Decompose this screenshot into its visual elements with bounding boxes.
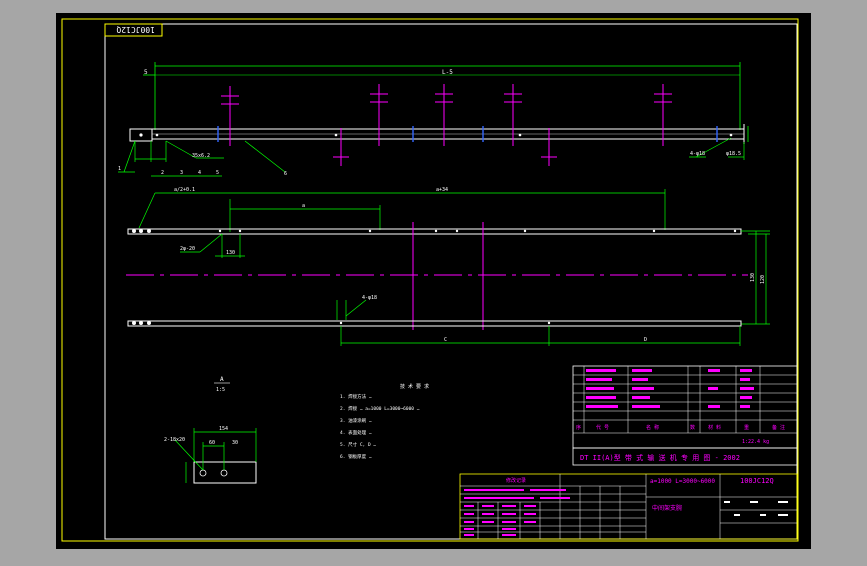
notes-title: 技 术 要 求 [400,383,429,390]
detail-label: A [220,376,224,383]
bom-header-no: 序 [576,424,581,431]
spec-text: a=1000 L=3000~6000 [650,478,715,485]
dim-pitch: 130 [226,250,235,256]
part-label-1: 1 [118,166,121,172]
cad-drawing: 100JC12Q 5 L-5 35x6.2 4-φ18 φ18.5 1 2 3 … [56,13,811,549]
bom-header-name: 名 称 [646,424,659,431]
part-label-6: 6 [284,171,287,177]
detail-dim-mid: 60 [209,440,215,446]
note-line-1: 1. 焊接方法 … [340,393,372,400]
part-label-5: 5 [216,170,219,176]
part-name: 中间架支腕 [652,504,682,512]
note-line-5: 5. 尺寸 C, D … [340,441,376,448]
part-label-4: 4 [198,170,201,176]
dim-seg-c: C [444,337,447,343]
dim-height-a: 130 [750,273,756,282]
bom-weight: 1:22.4 kg [742,439,769,445]
dim-slot: 4-φ18 [690,151,705,157]
bom-header-code: 代 号 [596,424,609,431]
dim-seg-d: D [644,337,647,343]
dim-bottom-slot: 4-φ18 [362,295,377,301]
dim-hole-spacing: 35x6.2 [192,153,210,159]
dim-side: φ18.5 [726,151,741,157]
series-title: DT II(A)型 带 式 输 送 机 专 用 图 - 2002 [580,453,740,462]
dim-left-span: a/2+0.1 [174,187,195,193]
dim-height-b: 120 [760,275,766,284]
cad-viewport: 100JC12Q 5 L-5 35x6.2 4-φ18 φ18.5 1 2 3 … [0,0,867,562]
detail-dim-top: 154 [219,426,228,432]
note-line-2: 2. 焊接 … a=1000 L=3000~6000 … [340,405,420,412]
detail-hole: 2-18x20 [164,437,185,443]
part-label-3: 3 [180,170,183,176]
note-line-6: 6. 钢板厚度 … [340,453,372,460]
detail-scale: 1:5 [216,387,225,393]
dim-left-offset: 5 [144,69,148,76]
part-label-2: 2 [161,170,164,176]
dim-hole: 2φ-20 [180,246,195,252]
paper-background [56,13,811,549]
detail-dim-right: 30 [232,440,238,446]
bom-header-qty: 数 [690,424,695,431]
code-stamp-text: 100JC12Q [116,25,155,34]
drawing-number: 100JC12Q [740,477,774,485]
note-line-4: 4. 表面处理 … [340,429,372,436]
dim-mid-length: a+34 [436,187,448,193]
rev-header: 修改记录 [506,477,526,484]
dim-inner-length: a [302,203,305,209]
bom-header-weight: 重 [744,424,749,431]
bom-header-material: 材 料 [708,424,721,431]
note-line-3: 3. 油漆涂刷 … [340,417,372,424]
bom-header-remark: 备 注 [772,424,785,431]
